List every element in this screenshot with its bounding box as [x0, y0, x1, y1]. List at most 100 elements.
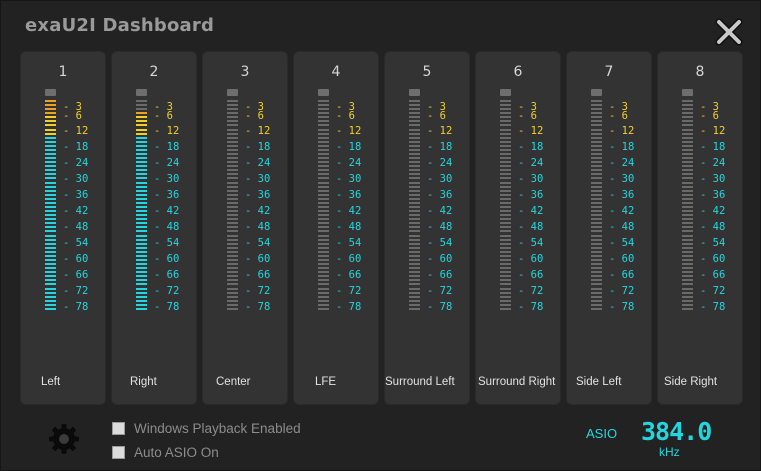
meter-segment — [409, 230, 420, 233]
meter-segment — [591, 307, 602, 310]
scale-tick-label: - 66 — [700, 269, 726, 281]
meter-segment — [500, 144, 511, 147]
meter-segment — [682, 185, 693, 188]
meter-segment — [136, 132, 147, 135]
meter-segment — [591, 275, 602, 278]
meter-segment — [318, 234, 329, 237]
windows-playback-checkbox[interactable] — [112, 422, 125, 435]
meter-segment — [591, 254, 602, 257]
scale-tick-label: - 30 — [336, 173, 362, 185]
meter-segment — [318, 303, 329, 306]
meter-segment — [682, 201, 693, 204]
meter-segment — [591, 250, 602, 253]
meter-segment — [318, 214, 329, 217]
meter-segment — [136, 128, 147, 131]
meter-segment — [409, 140, 420, 143]
scale-tick-label: - 60 — [427, 253, 453, 265]
meter-segment — [45, 279, 56, 282]
meter-segment — [45, 201, 56, 204]
meter-segment — [500, 136, 511, 139]
channel-label: Side Right — [664, 376, 718, 388]
meter-segment — [318, 230, 329, 233]
dashboard-window: exaU2I Dashboard 1- 3- 6- 12- 18- 24- 30… — [0, 0, 761, 471]
scale-tick-label: - 48 — [518, 221, 544, 233]
channel-label: Left — [41, 376, 61, 388]
meter-segment — [318, 181, 329, 184]
gear-icon[interactable] — [47, 422, 81, 456]
meter-segment — [227, 161, 238, 164]
meter-segment — [45, 283, 56, 286]
meter-segment — [45, 234, 56, 237]
meter-segment — [227, 157, 238, 160]
scale-tick-label: - 6 — [427, 110, 446, 122]
scale-tick-label: - 30 — [63, 173, 89, 185]
scale-tick-label: - 30 — [700, 173, 726, 185]
scale-tick-label: - 18 — [336, 141, 362, 153]
meter-segment — [318, 267, 329, 270]
channel-label: Surround Left — [385, 376, 455, 388]
meter-segment — [45, 250, 56, 253]
auto-asio-option[interactable]: Auto ASIO On — [112, 445, 219, 460]
meter-segment — [227, 197, 238, 200]
meter-segment — [45, 287, 56, 290]
meter-segment — [409, 263, 420, 266]
sample-rate-readout: 384.0 — [641, 417, 712, 446]
meter-segment — [409, 271, 420, 274]
meter-segment — [591, 104, 602, 107]
meter-segment — [500, 128, 511, 131]
meter-segment — [682, 177, 693, 180]
meter-segment — [591, 116, 602, 119]
meter-segment — [136, 173, 147, 176]
meter-segment — [591, 193, 602, 196]
scale-tick-label: - 78 — [63, 301, 89, 313]
meter-segment — [318, 148, 329, 151]
meter-segment — [136, 234, 147, 237]
scale-tick-label: - 12 — [154, 125, 180, 137]
meter-segment — [227, 263, 238, 266]
meter-segment — [591, 230, 602, 233]
auto-asio-checkbox[interactable] — [112, 446, 125, 459]
meter-segment — [682, 214, 693, 217]
meter-segment — [682, 230, 693, 233]
meter-segment — [409, 250, 420, 253]
meter-segment — [682, 275, 693, 278]
channel-number: 5 — [422, 64, 432, 80]
meter-segment — [136, 100, 147, 102]
meter-segment — [500, 148, 511, 151]
meter-segment — [591, 136, 602, 139]
channel-number: 4 — [331, 64, 341, 80]
windows-playback-option[interactable]: Windows Playback Enabled — [112, 421, 301, 436]
level-meter — [409, 100, 420, 312]
channel-meters: 1- 3- 6- 12- 18- 24- 30- 36- 42- 48- 54-… — [20, 51, 746, 405]
scale-tick-label: - 72 — [700, 285, 726, 297]
scale-tick-label: - 54 — [609, 237, 635, 249]
scale-tick-label: - 42 — [518, 205, 544, 217]
meter-segment — [409, 177, 420, 180]
meter-segment — [409, 283, 420, 286]
meter-segment — [409, 259, 420, 261]
scale-tick-label: - 18 — [245, 141, 271, 153]
meter-segment — [591, 197, 602, 200]
meter-segment — [136, 210, 147, 213]
meter-segment — [227, 181, 238, 184]
channel-label: LFE — [315, 376, 337, 388]
meter-segment — [45, 226, 56, 229]
meter-segment — [409, 169, 420, 172]
meter-segment — [591, 165, 602, 168]
meter-segment — [409, 291, 420, 294]
meter-segment — [409, 254, 420, 257]
meter-segment — [682, 120, 693, 123]
meter-segment — [500, 189, 511, 192]
scale-tick-label: - 48 — [154, 221, 180, 233]
meter-segment — [682, 299, 693, 302]
scale-tick-label: - 54 — [63, 237, 89, 249]
meter-segment — [409, 307, 420, 310]
channel-strip-1: 1- 3- 6- 12- 18- 24- 30- 36- 42- 48- 54-… — [20, 51, 106, 405]
meter-segment — [409, 226, 420, 229]
meter-segment — [318, 169, 329, 172]
close-icon[interactable] — [714, 17, 744, 47]
meter-segment — [136, 157, 147, 160]
meter-segment — [591, 291, 602, 294]
meter-segment — [136, 271, 147, 274]
meter-segment — [136, 303, 147, 306]
